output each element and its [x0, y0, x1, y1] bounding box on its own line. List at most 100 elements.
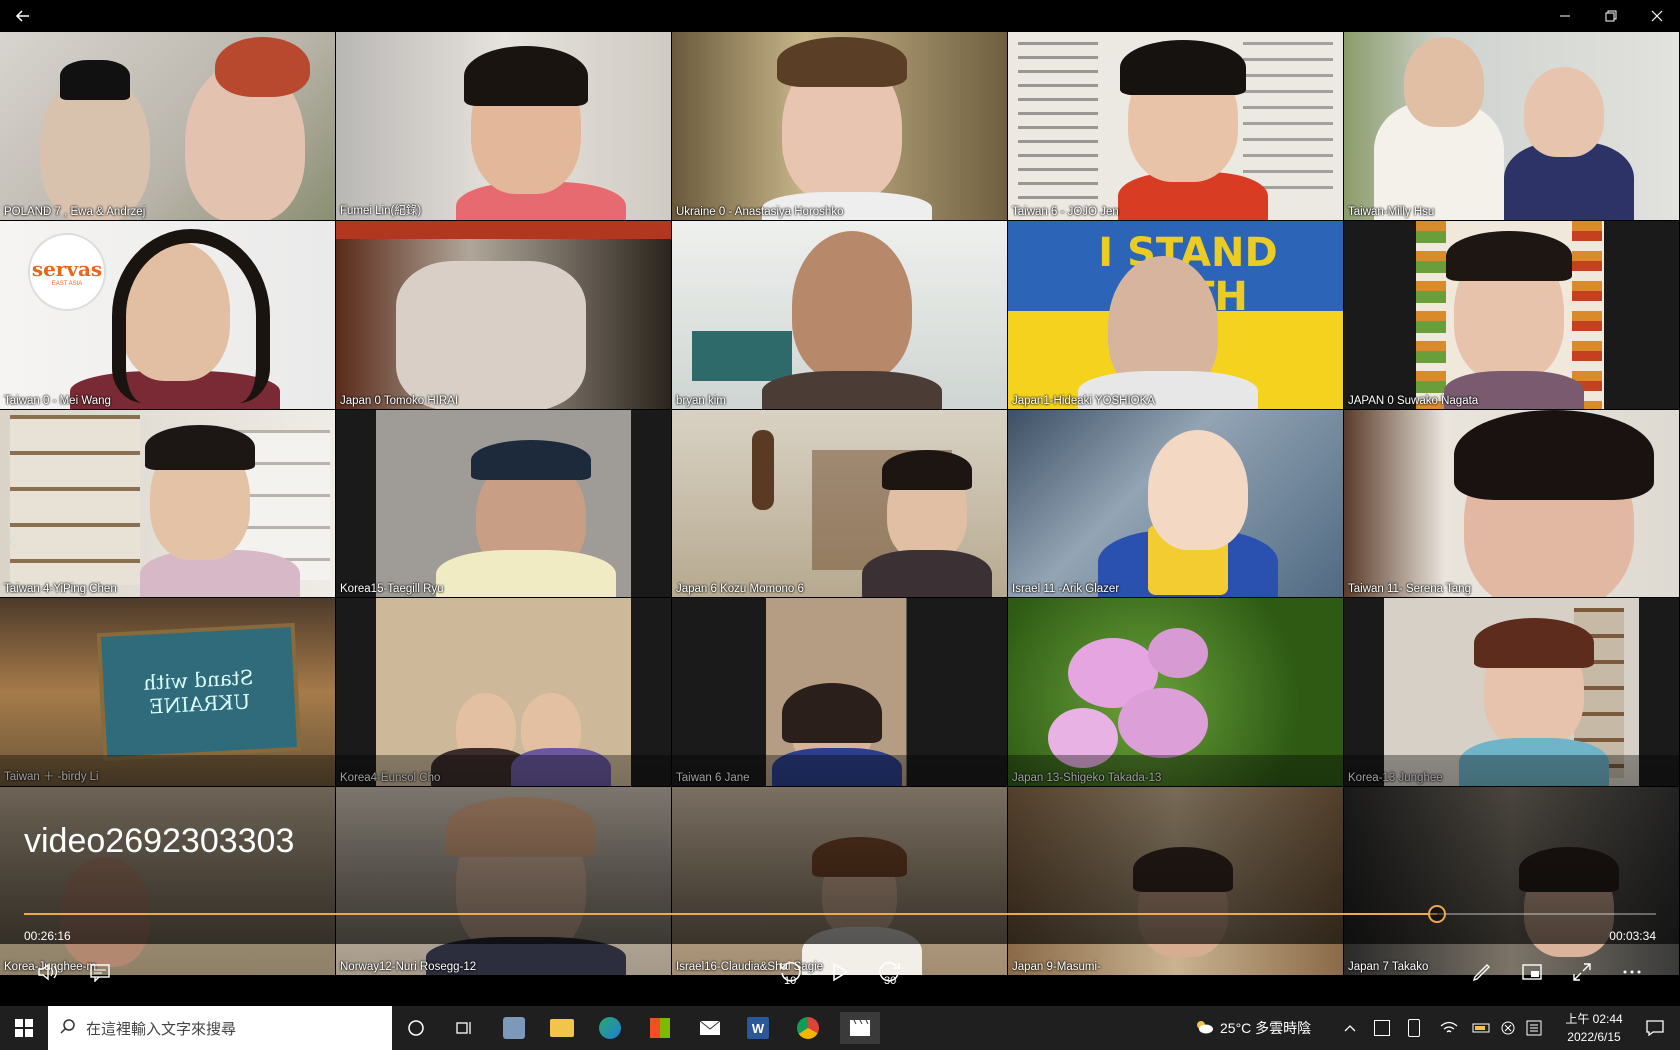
play-icon[interactable] — [824, 958, 856, 986]
more-options-icon[interactable] — [1616, 958, 1648, 986]
participant-tile: Fumei Lin(紀錄) — [336, 32, 672, 221]
volume-muted-icon[interactable] — [1500, 1006, 1516, 1050]
tray-icon[interactable] — [1408, 1006, 1420, 1050]
windows-start-icon[interactable] — [8, 1012, 40, 1044]
participant-name: JAPAN 0 Suwako Nagata — [1348, 394, 1479, 407]
participant-name: POLAND 7 , Ewa & Andrzej — [4, 205, 146, 218]
participant-name: Japan 7 Takako — [1348, 960, 1429, 973]
skip-back-button[interactable]: 10 — [774, 958, 806, 987]
taskbar: 在這裡輸入文字來搜尋 W 25°C 多雲時陰 上午 02:44 2022/6/1… — [0, 1006, 1680, 1050]
participant-tile: JAPAN 0 Suwako Nagata — [1344, 220, 1680, 410]
participant-name: Korea15-Taegill Ryu — [340, 583, 444, 596]
video-title: video2692303303 — [24, 822, 295, 860]
participant-tile: Japan 6 Kozu Momono 6 — [672, 409, 1008, 599]
participant-tile: Taiwan 4-YiPing Chen — [0, 409, 336, 599]
participant-name: Japan1-Hideaki YOSHIOKA — [1012, 394, 1155, 407]
search-icon — [60, 1018, 76, 1038]
clock-time: 上午 02:44 — [1565, 1012, 1623, 1026]
skip-forward-button[interactable]: 30 — [874, 958, 906, 987]
weather-cloud-icon — [1194, 1020, 1214, 1037]
participant-tile: POLAND 7 , Ewa & Andrzej — [0, 32, 336, 221]
back-arrow-icon[interactable] — [0, 0, 46, 32]
participant-name: Japan 6 Kozu Momono 6 — [676, 583, 804, 596]
participant-name: Taiwan 4-YiPing Chen — [4, 583, 117, 596]
participant-name: Taiwan-Milly Hsu — [1348, 205, 1435, 218]
participant-name: Japan 0 Tomoko HIRAI — [340, 394, 459, 407]
volume-icon[interactable] — [32, 958, 64, 986]
clock[interactable]: 上午 02:44 2022/6/15 — [1556, 1010, 1632, 1046]
chalkboard: Stand with UKRAINE — [96, 623, 302, 762]
previous-page-chevron-icon[interactable]: ‹ — [8, 524, 17, 555]
participant-name: Taiwan 6 - JOJO Jen — [1012, 205, 1119, 218]
participant-name: Taiwan ＋ -birdy Li — [4, 771, 99, 784]
participant-tile: bryan kim — [672, 220, 1008, 410]
input-method-icon[interactable] — [1526, 1006, 1542, 1050]
file-explorer-icon[interactable] — [546, 1012, 578, 1044]
participant-tile: I STAND WITH UKRAINE Japan1-Hideaki YOSH… — [1008, 220, 1344, 410]
participant-name: Taiwan 0 - Mei Wang — [4, 394, 111, 407]
cortana-icon[interactable] — [400, 1012, 432, 1044]
chrome-icon[interactable] — [792, 1012, 824, 1044]
participant-tile: Korea4-Eunsol Cho — [336, 598, 672, 788]
edge-browser-icon[interactable] — [594, 1012, 626, 1044]
participant-name: Taiwan 11- Serena Tang — [1348, 583, 1471, 596]
weather-widget[interactable]: 25°C 多雲時陰 — [1194, 1006, 1311, 1050]
participant-tile: Taiwan 11- Serena Tang — [1344, 409, 1680, 599]
participant-name: Israel 11 -Arik Glazer — [1012, 583, 1120, 596]
close-icon[interactable] — [1634, 0, 1680, 32]
participant-tile: Israel16-Claudia&Shai Sagie — [672, 787, 1008, 976]
participant-tile: Japan 9-Masumi- — [1008, 787, 1344, 976]
participant-tile: Stand with UKRAINE Taiwan ＋ -birdy Li — [0, 598, 336, 788]
remaining-time: 00:03:34 — [1609, 929, 1656, 943]
show-hidden-icons-chevron-icon[interactable] — [1344, 1006, 1356, 1050]
minimize-icon[interactable] — [1542, 0, 1588, 32]
clock-date: 2022/6/15 — [1567, 1030, 1621, 1044]
skip-back-label: 10 — [784, 975, 797, 987]
participant-name: Japan 13-Shigeko Takada-13 — [1012, 772, 1162, 785]
participant-tile: Norway12-Nuri Rosegg-12 — [336, 787, 672, 976]
app-icon-1[interactable] — [498, 1012, 530, 1044]
participant-tile: Taiwan 6 - JOJO Jen — [1008, 32, 1344, 221]
fullscreen-icon[interactable] — [1566, 958, 1598, 986]
participant-name: Ukraine 0 - Anastasiya Horoshko — [676, 205, 844, 218]
word-icon[interactable]: W — [742, 1012, 774, 1044]
edit-pencil-icon[interactable] — [1466, 958, 1498, 986]
search-placeholder: 在這裡輸入文字來搜尋 — [86, 1020, 237, 1038]
participant-tile: Korea15-Taegill Ryu — [336, 409, 672, 599]
notification-center-icon[interactable] — [1646, 1006, 1664, 1050]
elapsed-time: 00:26:16 — [24, 929, 71, 943]
participant-tile: Taiwan 6 Jane — [672, 598, 1008, 788]
weather-text: 25°C 多雲時陰 — [1220, 1020, 1312, 1036]
wifi-icon[interactable] — [1440, 1006, 1458, 1050]
participant-tile: Taiwan-Milly Hsu — [1344, 32, 1680, 221]
mail-icon[interactable] — [694, 1012, 726, 1044]
video-player-app-icon[interactable] — [840, 1012, 880, 1044]
participant-name: Korea4-Eunsol Cho — [340, 772, 441, 785]
logo-subtext: EAST ASIA — [51, 280, 83, 287]
participant-tile: Japan 0 Tomoko HIRAI — [336, 220, 672, 410]
seek-bar-progress — [24, 913, 1438, 915]
logo-text: servas — [31, 256, 103, 281]
task-view-icon[interactable] — [448, 1012, 480, 1044]
participant-tile: Korea-13 Junghee — [1344, 598, 1680, 788]
participant-name: Norway12-Nuri Rosegg-12 — [340, 960, 477, 973]
store-icon[interactable] — [644, 1012, 676, 1044]
title-bar — [0, 0, 1680, 32]
participant-tile: Korea-Junghee-m — [0, 787, 336, 976]
tray-icon[interactable] — [1374, 1006, 1390, 1050]
taskbar-search-box[interactable]: 在這裡輸入文字來搜尋 — [48, 1006, 392, 1050]
participant-tile: Ukraine 0 - Anastasiya Horoshko — [672, 32, 1008, 221]
battery-icon[interactable] — [1472, 1006, 1492, 1050]
participant-name: Japan 9-Masumi- — [1012, 960, 1101, 973]
seek-bar[interactable] — [24, 905, 1656, 923]
participant-tile: servas EAST ASIA Taiwan 0 - Mei Wang — [0, 220, 336, 410]
participant-tile: Japan 13-Shigeko Takada-13 — [1008, 598, 1344, 788]
servas-logo: servas EAST ASIA — [28, 232, 106, 311]
participant-name: bryan kim — [676, 394, 726, 407]
mini-view-icon[interactable] — [1516, 958, 1548, 986]
participant-name: Korea-13 Junghee — [1348, 772, 1443, 785]
subtitles-icon[interactable] — [84, 958, 116, 986]
participant-name: Taiwan 6 Jane — [676, 772, 750, 785]
restore-icon[interactable] — [1588, 0, 1634, 32]
participant-tile: Israel 11 -Arik Glazer — [1008, 409, 1344, 599]
